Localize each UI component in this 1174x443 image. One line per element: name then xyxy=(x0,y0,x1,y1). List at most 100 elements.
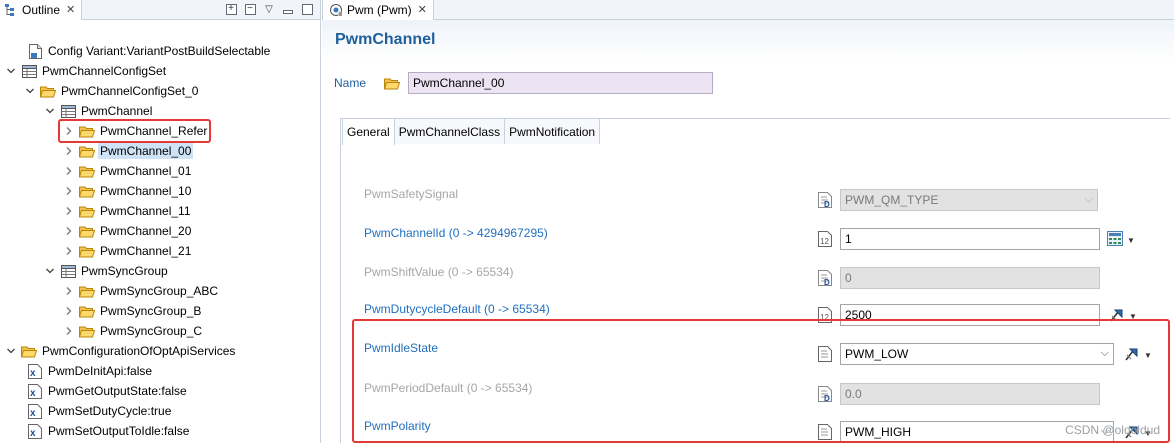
chevron-right-icon[interactable] xyxy=(63,225,75,237)
view-menu-icon[interactable]: ▽ xyxy=(262,2,276,16)
chevron-right-icon[interactable] xyxy=(63,245,75,257)
chevron-down-icon[interactable] xyxy=(5,345,17,357)
chevron-right-icon[interactable] xyxy=(63,305,75,317)
folder-icon xyxy=(21,343,37,359)
param-label: PwmSafetySignal xyxy=(364,187,459,201)
param-value: 0 xyxy=(845,271,852,285)
tree-item[interactable]: x PwmSetDutyCycle:true xyxy=(27,401,173,421)
dropdown-arrow-icon: ▼ xyxy=(1127,235,1135,245)
calculator-button[interactable]: ▼ xyxy=(1107,231,1135,249)
param-input: 0 xyxy=(840,267,1100,289)
tree-item[interactable]: PwmChannelConfigSet_0 xyxy=(24,81,200,101)
tree-item[interactable]: x PwmDeInitApi:false xyxy=(27,361,154,381)
enum-param-icon: D xyxy=(818,192,833,209)
folder-icon xyxy=(79,303,95,319)
tree-item[interactable]: PwmChannel_10 xyxy=(63,181,193,201)
chevron-right-icon[interactable] xyxy=(63,205,75,217)
folder-icon xyxy=(79,223,95,239)
boolean-param-icon: x xyxy=(27,383,43,399)
boolean-param-icon: x xyxy=(27,363,43,379)
table-icon xyxy=(60,103,76,119)
chevron-right-icon[interactable] xyxy=(63,325,75,337)
svg-text:x: x xyxy=(30,388,36,399)
chevron-down-icon[interactable] xyxy=(44,105,56,117)
minimize-icon[interactable] xyxy=(281,2,295,16)
tree-item[interactable]: Config Variant:VariantPostBuildSelectabl… xyxy=(27,41,272,61)
folder-icon xyxy=(79,143,95,159)
svg-text:12: 12 xyxy=(820,237,829,246)
param-input[interactable]: 1 xyxy=(840,228,1100,250)
param-label: PwmChannelId (0 -> 4294967295) xyxy=(364,226,548,240)
param-label: PwmShiftValue (0 -> 65534) xyxy=(364,265,514,279)
tree-item[interactable]: PwmChannel_21 xyxy=(63,241,193,261)
tree-item[interactable]: PwmConfigurationOfOptApiServices xyxy=(5,341,237,361)
tree-item[interactable]: PwmChannel_11 xyxy=(63,201,193,221)
chevron-down-icon[interactable] xyxy=(44,265,56,277)
tab-pwmnotification[interactable]: PwmNotification xyxy=(504,118,601,144)
tree-item-label: PwmChannel_10 xyxy=(100,184,192,198)
chevron-down-icon[interactable] xyxy=(5,65,17,77)
tree-item[interactable]: PwmSyncGroup_B xyxy=(63,301,203,321)
outline-toolbar: + − ▽ xyxy=(224,2,314,16)
folder-icon xyxy=(384,75,402,91)
selection-highlight-box xyxy=(58,119,211,143)
tree-item[interactable]: PwmChannel_01 xyxy=(63,161,193,181)
tree-item[interactable]: x PwmGetOutputState:false xyxy=(27,381,189,401)
tree-item-label: PwmChannelConfigSet xyxy=(42,64,167,78)
calculator-icon xyxy=(1107,231,1123,249)
param-value: 1 xyxy=(845,232,852,246)
tree-item-label: PwmChannel_01 xyxy=(100,164,192,178)
tab-general[interactable]: General xyxy=(342,118,395,145)
svg-text:x: x xyxy=(30,408,36,419)
folder-icon xyxy=(79,163,95,179)
name-field[interactable]: PwmChannel_00 xyxy=(408,72,713,94)
close-icon[interactable]: ✕ xyxy=(418,3,427,16)
svg-text:D: D xyxy=(824,278,830,286)
tree-item[interactable]: PwmChannel xyxy=(44,101,154,121)
tree-item[interactable]: PwmChannel_20 xyxy=(63,221,193,241)
tree-item-label: PwmSyncGroup xyxy=(81,264,168,278)
section-tabs: General PwmChannelClass PwmNotification xyxy=(342,118,601,145)
chevron-right-icon[interactable] xyxy=(63,285,75,297)
outline-tabbar: Outline ✕ + − ▽ xyxy=(0,0,320,20)
watermark: CSDN @oldoldud xyxy=(1065,423,1160,437)
table-icon xyxy=(21,63,37,79)
tree-item[interactable]: PwmSyncGroup_C xyxy=(63,321,204,341)
chevron-down-icon[interactable] xyxy=(24,85,36,97)
param-label: PwmDutycycleDefault (0 -> 65534) xyxy=(364,302,550,316)
tree-item-label: PwmGetOutputState:false xyxy=(48,384,187,398)
tree-item-label: PwmSyncGroup_B xyxy=(100,304,202,318)
chevron-right-icon[interactable] xyxy=(63,145,75,157)
tree-item-label: PwmChannel xyxy=(81,104,153,118)
editor-icon xyxy=(329,3,343,17)
tree-item-label: PwmChannelConfigSet_0 xyxy=(61,84,199,98)
number-param-icon: 12 xyxy=(818,231,833,247)
tree-item[interactable]: PwmChannelConfigSet xyxy=(5,61,168,81)
param-value: PWM_QM_TYPE xyxy=(845,193,939,207)
chevron-right-icon[interactable] xyxy=(63,185,75,197)
tab-pwm-editor[interactable]: Pwm (Pwm) ✕ xyxy=(322,0,434,20)
tab-pwm-editor-label: Pwm (Pwm) xyxy=(347,2,412,17)
chevron-right-icon[interactable] xyxy=(63,165,75,177)
maximize-icon[interactable] xyxy=(300,2,314,16)
tree-item-label: PwmSetDutyCycle:true xyxy=(48,404,172,418)
tree-item[interactable]: PwmSyncGroup_ABC xyxy=(63,281,220,301)
expand-all-icon[interactable]: + xyxy=(224,2,238,16)
tree-item[interactable]: x PwmSetOutputToIdle:false xyxy=(27,421,191,441)
tree-item-label: PwmChannel_11 xyxy=(100,204,191,218)
tree-item-label: PwmSetOutputToIdle:false xyxy=(48,424,190,438)
collapse-all-icon[interactable]: − xyxy=(243,2,257,16)
tree-item-label: PwmConfigurationOfOptApiServices xyxy=(42,344,236,358)
boolean-param-icon: x xyxy=(27,403,43,419)
tree-item-label: PwmChannel_21 xyxy=(100,244,192,258)
tree-item[interactable]: PwmChannel_00 xyxy=(63,141,194,161)
tree-item-label: PwmChannel_00 xyxy=(98,143,194,159)
folder-icon xyxy=(79,183,95,199)
tab-outline[interactable]: Outline ✕ xyxy=(0,0,83,20)
outline-view: Outline ✕ + − ▽ Config Variant:VariantPo… xyxy=(0,0,321,443)
tab-pwmchannelclass[interactable]: PwmChannelClass xyxy=(393,118,506,144)
page-title: PwmChannel xyxy=(335,31,436,48)
tree-item[interactable]: PwmSyncGroup xyxy=(44,261,170,281)
boolean-param-icon: x xyxy=(27,423,43,439)
close-icon[interactable]: ✕ xyxy=(66,3,75,16)
